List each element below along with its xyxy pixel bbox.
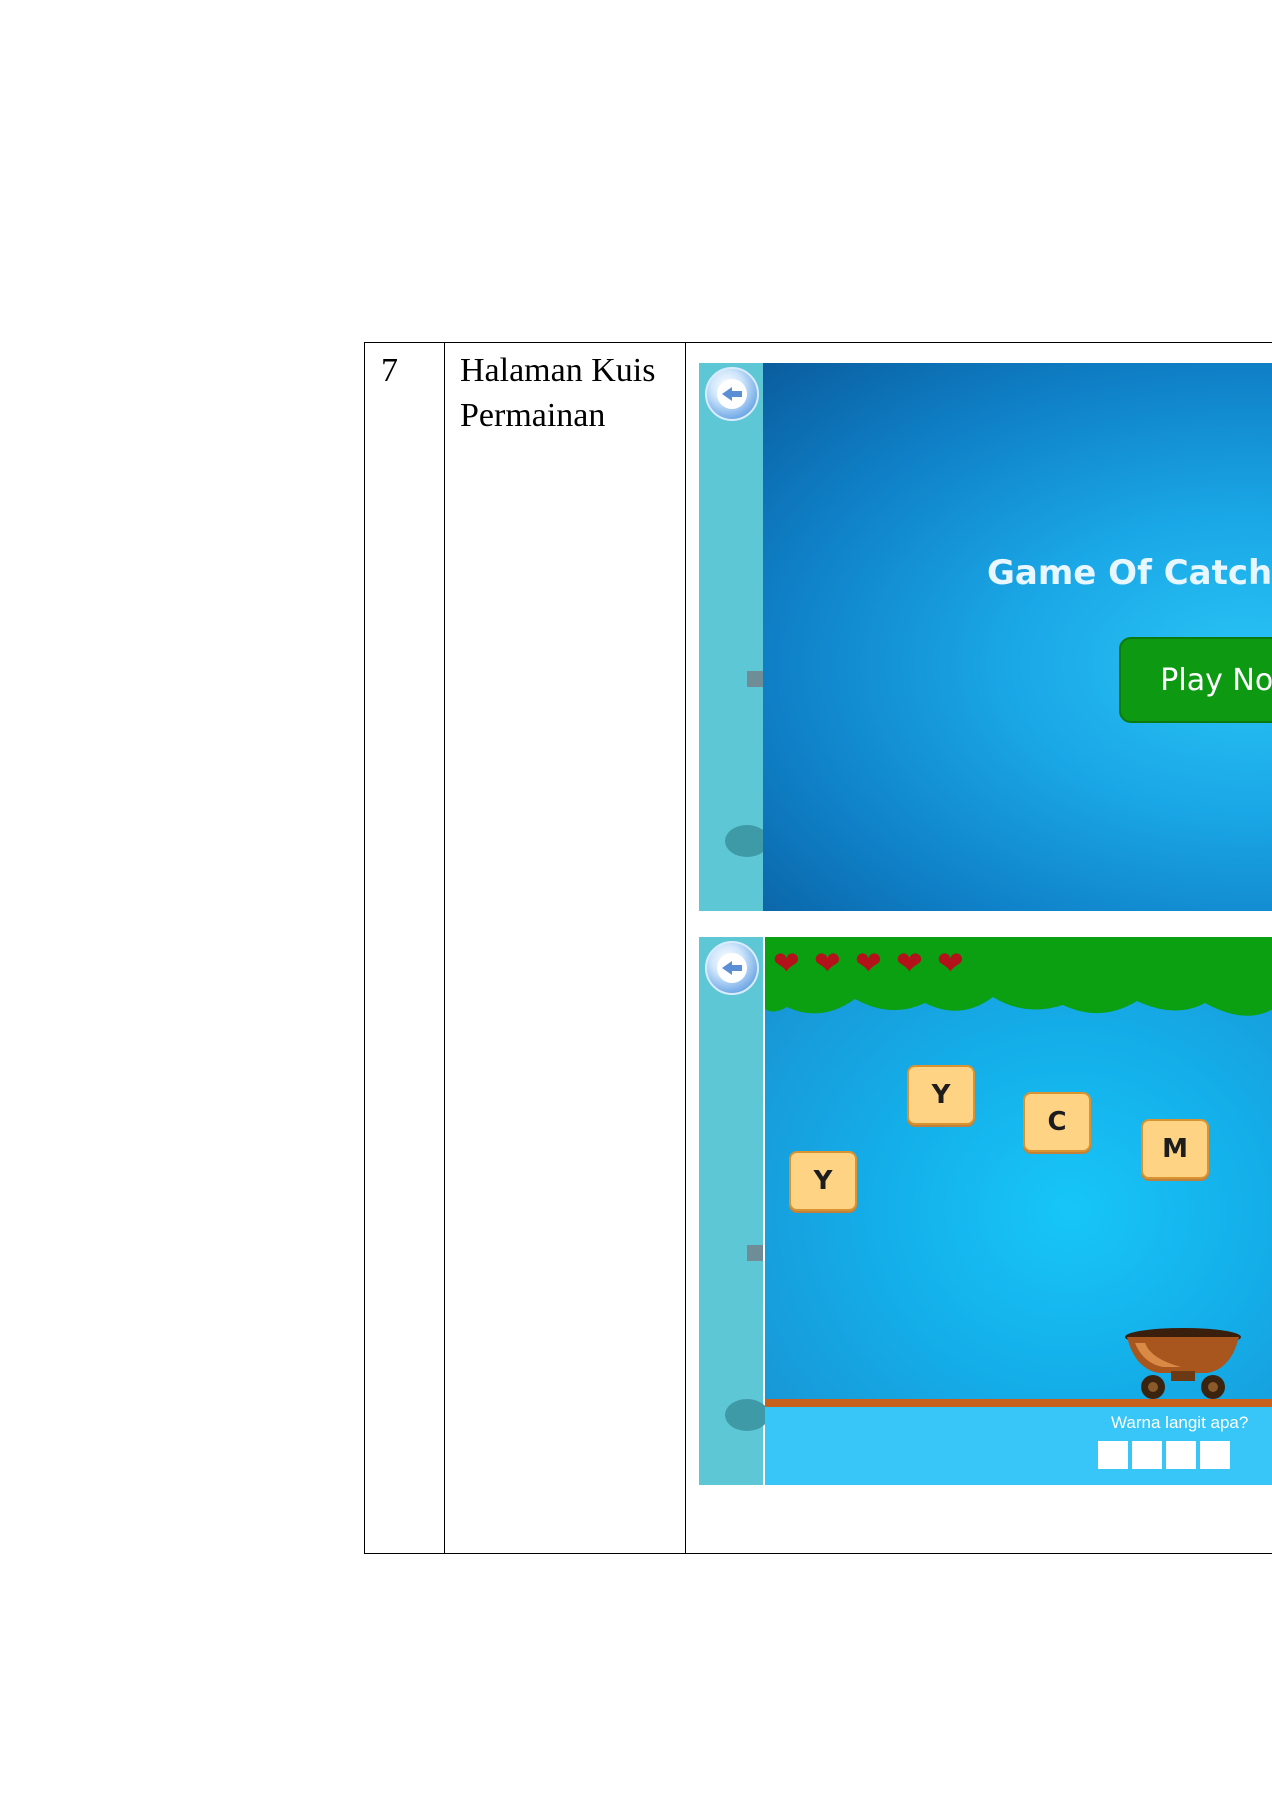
gameplay-screenshot: ❤ ❤ ❤ ❤ ❤ Y C M Y Warna langit apa? — [699, 937, 1272, 1485]
letter-tile[interactable]: Y — [789, 1151, 857, 1211]
play-now-button[interactable]: Play Now — [1119, 637, 1272, 723]
sidebar-handle — [747, 1245, 763, 1261]
start-scene: Game Of Catching Th Play Now — [763, 363, 1272, 911]
life-heart-icon: ❤ — [814, 944, 841, 982]
answer-box — [1200, 1441, 1230, 1469]
row-label: Halaman Kuis Permainan — [460, 352, 656, 434]
question-text: Warna langit apa? — [1111, 1413, 1249, 1432]
back-arrow-icon — [717, 953, 747, 983]
ground-line — [765, 1399, 1272, 1407]
back-button[interactable] — [705, 941, 759, 995]
letter-tile[interactable]: M — [1141, 1119, 1209, 1179]
answer-box — [1166, 1441, 1196, 1469]
life-heart-icon: ❤ — [855, 944, 882, 982]
life-heart-icon: ❤ — [937, 944, 964, 982]
column-divider — [444, 343, 445, 1553]
back-arrow-icon — [717, 379, 747, 409]
sidebar — [699, 937, 769, 1485]
column-divider — [685, 343, 686, 1553]
game-start-screenshot: Game Of Catching Th Play Now — [699, 363, 1272, 911]
life-heart-icon: ❤ — [896, 944, 923, 982]
life-heart-icon: ❤ — [773, 944, 800, 982]
sidebar-handle — [747, 671, 763, 687]
answer-box — [1132, 1441, 1162, 1469]
tree-leaves — [765, 937, 1272, 1016]
back-button[interactable] — [705, 367, 759, 421]
letter-tile[interactable]: C — [1023, 1092, 1091, 1152]
gameplay-scene: ❤ ❤ ❤ ❤ ❤ Y C M Y Warna langit apa? — [765, 937, 1272, 1485]
sidebar — [699, 363, 769, 911]
row-number: 7 — [381, 352, 398, 389]
sidebar-oval — [725, 1399, 769, 1431]
game-title: Game Of Catching Th — [987, 553, 1272, 593]
basket-cart[interactable] — [1121, 1325, 1245, 1401]
answer-box — [1098, 1441, 1128, 1469]
letter-tile[interactable]: Y — [907, 1065, 975, 1125]
content-table: 7 Halaman Kuis Permainan Game Of Catchin… — [364, 342, 1272, 1554]
